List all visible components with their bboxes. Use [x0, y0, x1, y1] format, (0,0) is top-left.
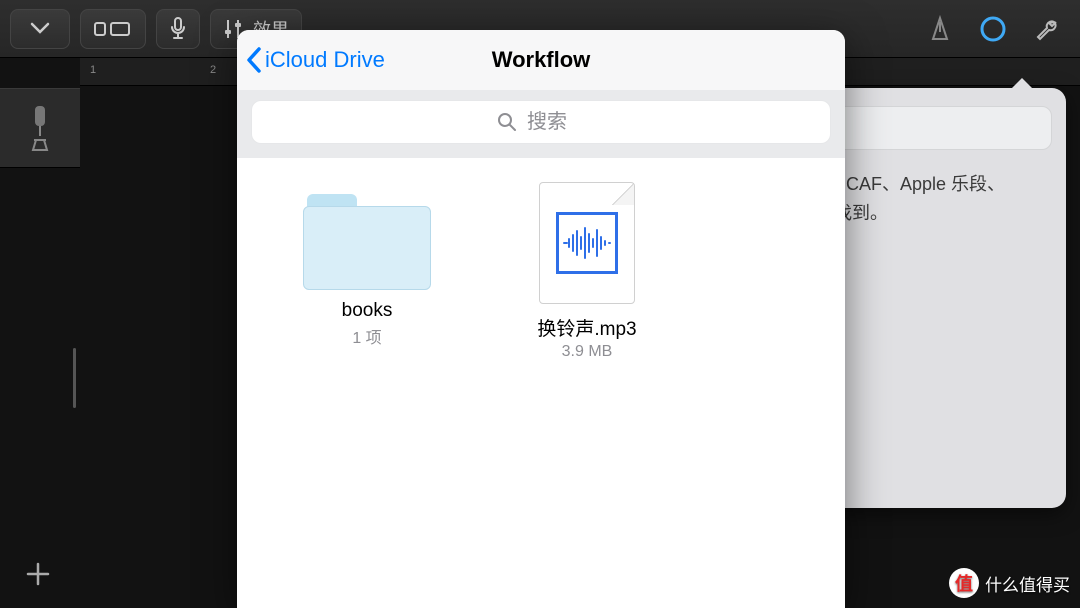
microphone-icon	[169, 17, 187, 41]
watermark-badge: 值	[949, 568, 979, 598]
plus-icon	[24, 560, 52, 588]
track-view-icon	[93, 19, 133, 39]
picker-back-label: iCloud Drive	[265, 47, 385, 73]
file-item-folder[interactable]: books 1 项	[277, 182, 457, 348]
help-text-line1: V、CAF、Apple 乐段、	[816, 170, 1052, 199]
ruler-mark-2: 2	[210, 64, 216, 76]
ruler-mark-1: 1	[90, 64, 96, 76]
gb-mic-button[interactable]	[156, 9, 200, 49]
picker-navbar: iCloud Drive Workflow	[237, 30, 845, 90]
gb-resize-handle[interactable]	[70, 348, 80, 408]
picker-searchbox[interactable]	[251, 100, 831, 144]
file-item-subtitle: 1 项	[352, 324, 381, 348]
help-text-line2: 里找到。	[816, 199, 1052, 228]
file-item-name: 换铃声.mp3	[537, 314, 636, 341]
chevron-down-icon	[30, 22, 50, 36]
gb-nav-button[interactable]	[10, 9, 70, 49]
picker-searchbar	[237, 90, 845, 158]
loop-browser-icon[interactable]	[978, 14, 1008, 44]
gb-track-header[interactable]	[0, 88, 80, 168]
condenser-mic-icon	[28, 104, 52, 152]
audio-file-icon	[539, 182, 635, 304]
gb-view-button[interactable]	[80, 9, 146, 49]
search-icon	[497, 112, 517, 132]
file-item-name: books	[342, 300, 393, 322]
folder-icon	[303, 190, 431, 290]
watermark-text: 什么值得买	[985, 571, 1070, 596]
picker-back-button[interactable]: iCloud Drive	[245, 30, 385, 90]
metronome-icon[interactable]	[926, 15, 954, 43]
file-item-audio[interactable]: 换铃声.mp3 3.9 MB	[497, 182, 677, 361]
waveform-icon	[562, 224, 612, 262]
picker-file-grid: books 1 项 换铃声.mp3 3.9 MB	[237, 158, 845, 608]
watermark: 值 什么值得买	[949, 568, 1070, 598]
gb-add-track-button[interactable]	[18, 554, 58, 594]
picker-search-input[interactable]	[525, 110, 585, 135]
file-item-subtitle: 3.9 MB	[562, 343, 613, 361]
settings-wrench-icon[interactable]	[1032, 14, 1062, 44]
chevron-left-icon	[245, 46, 263, 74]
file-picker-modal: iCloud Drive Workflow books 1 项	[237, 30, 845, 608]
help-popover-search[interactable]	[816, 106, 1052, 150]
